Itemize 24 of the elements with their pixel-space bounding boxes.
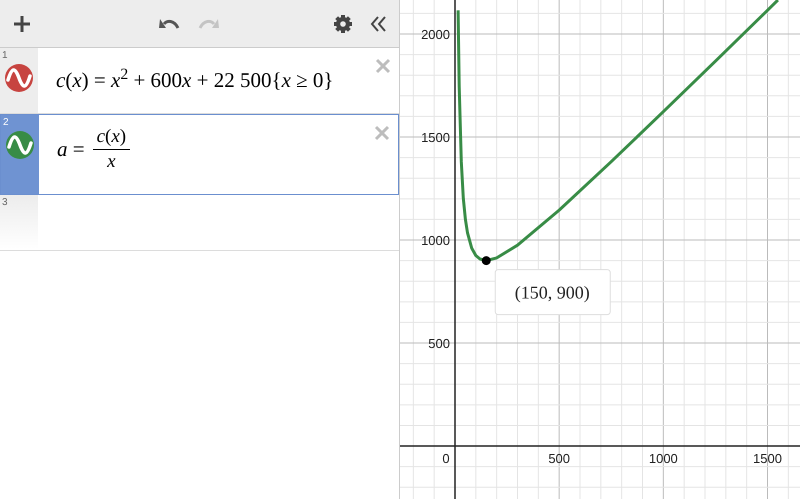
x-tick-label: 500	[548, 451, 570, 466]
expression-formula[interactable]: a = c(x) x	[57, 125, 130, 174]
graph-wave-icon[interactable]	[4, 63, 34, 93]
x-tick-label: 1500	[753, 451, 782, 466]
x-tick-label: 1000	[648, 451, 678, 466]
row-number: 1	[2, 49, 8, 63]
point-label: (150, 900)	[494, 269, 611, 316]
row-number: 2	[3, 116, 9, 130]
expression-formula[interactable]: c(x) = x$^{2}$ + 600x + 22 500{x ≥ 0}	[56, 64, 334, 96]
y-tick-label: 500	[428, 336, 450, 352]
formula-lhs: a =	[57, 136, 85, 163]
fraction-denominator: x	[107, 150, 116, 174]
collapse-icon[interactable]	[369, 14, 387, 32]
row-number: 3	[2, 196, 8, 210]
graph-wave-icon[interactable]	[5, 130, 35, 160]
settings-icon[interactable]	[333, 14, 353, 34]
annotation: (150, 900)	[514, 282, 590, 303]
y-tick-label: 1000	[421, 233, 450, 248]
y-tick-label: 1500	[421, 130, 450, 145]
fraction-numerator: c(x)	[92, 125, 130, 150]
y-tick-label: 2000	[421, 27, 450, 42]
plus-icon[interactable]	[12, 14, 32, 34]
point-marker[interactable]	[482, 256, 491, 266]
x-tick-label: 0	[442, 451, 450, 466]
